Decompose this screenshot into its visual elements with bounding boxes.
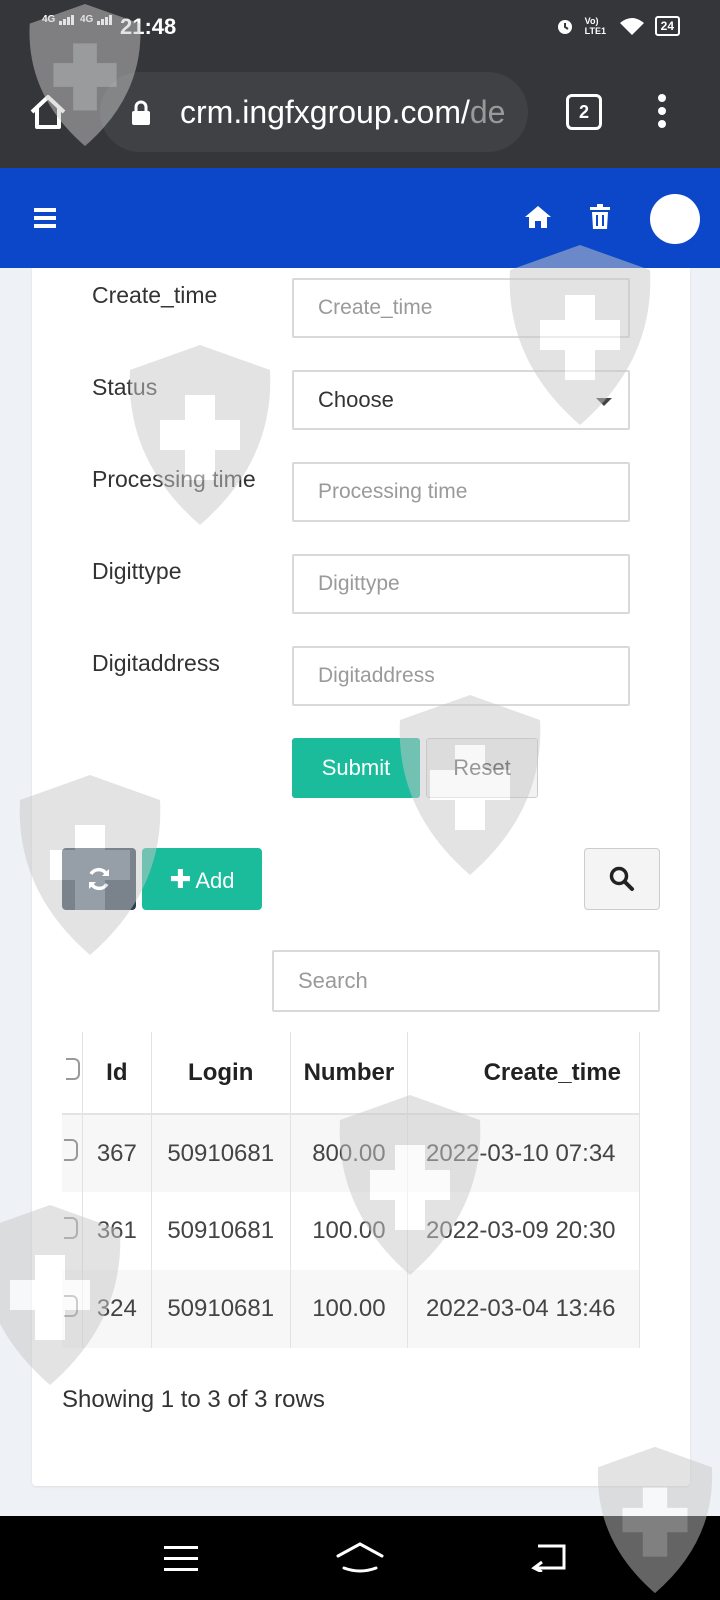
signal-1-icon: 4G (42, 14, 75, 25)
table-row[interactable]: 367 50910681 800.00 2022-03-10 07:34 (62, 1114, 640, 1192)
row-checkbox[interactable] (62, 1114, 84, 1192)
status-bar: 4G 4G 21:48 Vo) LTE1 24 (0, 0, 720, 56)
alarm-icon (557, 20, 572, 34)
table-header-row: Id Login Number Create_time (62, 1032, 640, 1115)
data-table: Id Login Number Create_time 367 50910681… (62, 1032, 640, 1348)
battery-icon: 24 (654, 16, 680, 36)
status-label: Status (92, 374, 158, 400)
row-checkbox[interactable] (62, 1192, 84, 1270)
processing-time-input[interactable] (292, 462, 630, 522)
table-row[interactable]: 361 50910681 100.00 2022-03-09 20:30 (62, 1192, 640, 1270)
refresh-button[interactable] (62, 848, 136, 910)
reset-button[interactable]: Reset (426, 738, 538, 798)
column-header-id[interactable]: Id (82, 1032, 152, 1115)
status-selected-value: Choose (318, 387, 394, 412)
plus-icon: ✚ (169, 864, 192, 894)
app-header (0, 168, 720, 268)
trash-icon[interactable] (589, 204, 611, 230)
select-all-checkbox[interactable] (62, 1032, 84, 1115)
cell-login: 50910681 (151, 1114, 291, 1192)
signal-1-label: 4G (42, 14, 56, 25)
battery-level: 24 (660, 19, 674, 33)
submit-button[interactable]: Submit (292, 738, 420, 798)
cell-create-time: 2022-03-09 20:30 (407, 1192, 640, 1270)
status-select[interactable]: Choose (292, 370, 630, 430)
row-checkbox[interactable] (62, 1270, 84, 1348)
browser-menu-icon[interactable] (656, 94, 668, 130)
processing-time-label: Processing time (92, 466, 256, 492)
system-nav-bar (0, 1516, 720, 1600)
column-header-login[interactable]: Login (151, 1032, 291, 1115)
cell-create-time: 2022-03-10 07:34 (407, 1114, 640, 1192)
menu-icon[interactable] (34, 208, 56, 232)
wifi-icon (619, 18, 644, 35)
digitaddress-input[interactable] (292, 646, 630, 706)
create-time-input[interactable] (292, 278, 630, 338)
caret-down-icon (596, 398, 612, 406)
cell-number: 100.00 (290, 1270, 409, 1348)
tab-switcher-button[interactable]: 2 (566, 94, 602, 130)
url-main: crm.ingfxgroup.com/ (180, 94, 470, 130)
cell-login: 50910681 (151, 1270, 291, 1348)
home-icon[interactable] (524, 204, 552, 230)
cell-number: 100.00 (290, 1192, 409, 1270)
create-time-label: Create_time (92, 282, 218, 308)
digitaddress-label: Digitaddress (92, 650, 220, 676)
pagination-info: Showing 1 to 3 of 3 rows (62, 1386, 325, 1413)
browser-toolbar: crm.ingfxgroup.com/de 2 (0, 56, 720, 168)
address-bar[interactable]: crm.ingfxgroup.com/de (100, 72, 528, 152)
signal-2-label: 4G (80, 14, 94, 25)
cell-number: 800.00 (290, 1114, 409, 1192)
url-text: crm.ingfxgroup.com/de (180, 94, 505, 131)
url-rest: de (469, 94, 506, 130)
search-icon (609, 866, 634, 891)
table-row[interactable]: 324 50910681 100.00 2022-03-04 13:46 (62, 1270, 640, 1348)
cell-id: 367 (82, 1114, 152, 1192)
clock: 21:48 (120, 14, 177, 39)
lock-icon (132, 100, 150, 125)
add-label: Add (195, 868, 235, 893)
data-table-container[interactable]: Id Login Number Create_time 367 50910681… (62, 1032, 660, 1348)
back-icon[interactable] (530, 1542, 570, 1572)
cell-id: 324 (82, 1270, 152, 1348)
digittype-input[interactable] (292, 554, 630, 614)
table-search-input[interactable] (272, 950, 660, 1012)
column-header-create-time[interactable]: Create_time (407, 1032, 640, 1115)
cell-login: 50910681 (151, 1192, 291, 1270)
search-toggle-button[interactable] (584, 848, 660, 910)
refresh-icon (89, 867, 109, 891)
cell-id: 361 (82, 1192, 152, 1270)
add-button[interactable]: ✚ Add (142, 848, 262, 910)
signal-2-icon: 4G (80, 14, 113, 25)
avatar[interactable] (650, 194, 700, 244)
volte-icon: Vo) LTE1 (584, 16, 606, 36)
digittype-label: Digittype (92, 558, 182, 584)
recent-apps-icon[interactable] (164, 1546, 198, 1579)
system-home-icon[interactable] (336, 1540, 384, 1574)
column-header-number[interactable]: Number (290, 1032, 409, 1115)
cell-create-time: 2022-03-04 13:46 (407, 1270, 640, 1348)
browser-home-icon[interactable] (28, 92, 68, 132)
